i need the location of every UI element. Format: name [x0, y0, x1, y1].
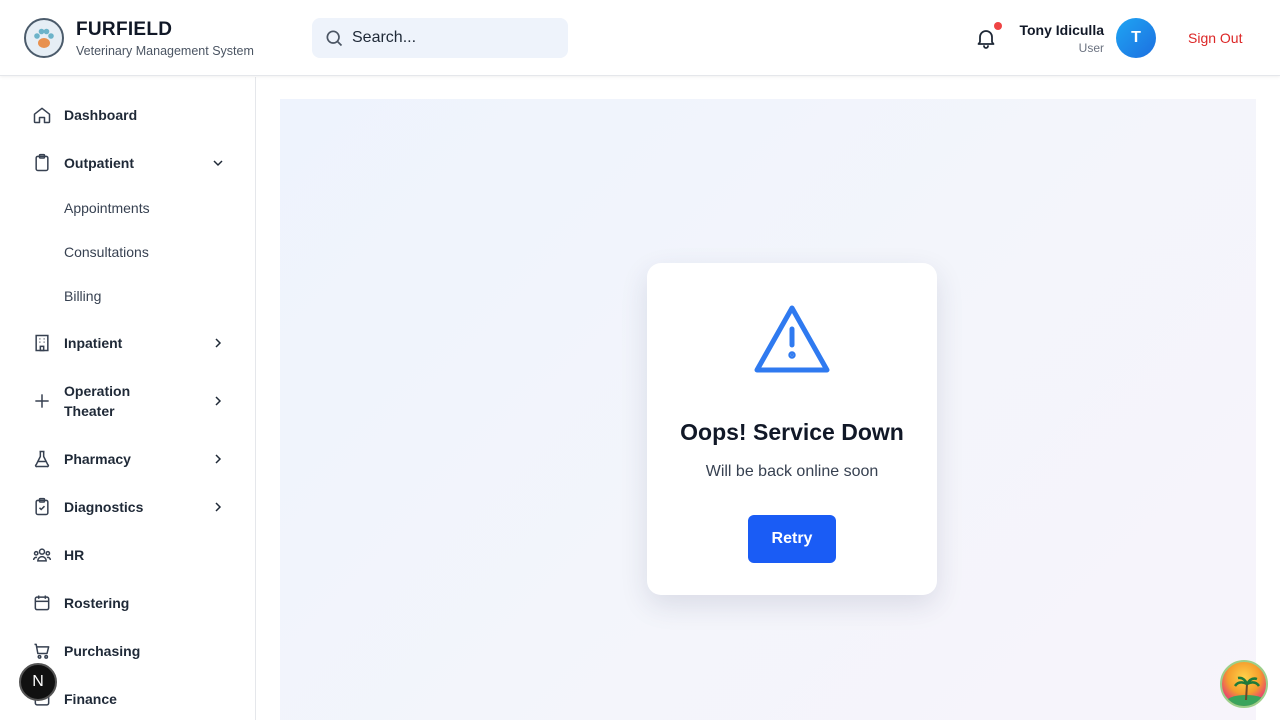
user-role: User: [1078, 41, 1104, 55]
error-card: Oops! Service Down Will be back online s…: [647, 263, 937, 595]
sidebar-subitem-consultations[interactable]: Consultations: [64, 244, 149, 260]
chevron-down-icon[interactable]: [210, 155, 226, 171]
user-avatar[interactable]: T: [1116, 18, 1156, 58]
sidebar-item-label: Inpatient: [64, 335, 123, 351]
paw-icon: [34, 28, 54, 48]
assistant-avatar-icon[interactable]: [1220, 660, 1268, 708]
sidebar-item-label: HR: [64, 547, 85, 563]
home-icon: [32, 105, 52, 125]
sidebar: Dashboard Outpatient Appointments Consul…: [0, 77, 256, 720]
sidebar-item-purchasing[interactable]: Purchasing: [24, 641, 240, 661]
top-header: FURFIELD Veterinary Management System To…: [0, 0, 1280, 76]
sidebar-item-label: Outpatient: [64, 155, 134, 171]
sidebar-subitem-appointments[interactable]: Appointments: [64, 200, 150, 216]
search-input[interactable]: [352, 29, 542, 47]
chevron-right-icon[interactable]: [210, 451, 226, 467]
notification-bell-icon[interactable]: [974, 26, 998, 50]
notification-dot: [994, 22, 1002, 30]
furfield-logo[interactable]: [24, 18, 64, 58]
sidebar-item-label: Rostering: [64, 595, 130, 611]
clipboard-icon: [32, 153, 52, 173]
sidebar-item-inpatient[interactable]: Inpatient: [24, 333, 240, 353]
chevron-right-icon[interactable]: [210, 335, 226, 351]
sidebar-item-rostering[interactable]: Rostering: [24, 593, 240, 613]
flask-icon: [32, 449, 52, 469]
search-icon: [326, 30, 343, 47]
search-bar[interactable]: [312, 18, 568, 58]
chevron-right-icon[interactable]: [210, 499, 226, 515]
error-title: Oops! Service Down: [680, 419, 904, 445]
sidebar-item-label: Pharmacy: [64, 451, 131, 467]
sidebar-item-hr[interactable]: HR: [24, 545, 240, 565]
error-message: Will be back online soon: [705, 463, 879, 480]
sidebar-item-finance[interactable]: Finance: [24, 689, 240, 709]
chevron-right-icon[interactable]: [210, 393, 226, 409]
user-name: Tony Idiculla: [1019, 22, 1104, 38]
sidebar-item-label: Dashboard: [64, 107, 138, 123]
sidebar-item-label: Purchasing: [64, 643, 141, 659]
building-icon: [32, 333, 52, 353]
plus-icon: [32, 391, 52, 411]
users-icon: [32, 545, 52, 565]
sidebar-item-label: Operation Theater: [64, 383, 131, 419]
retry-button[interactable]: Retry: [748, 515, 836, 563]
sign-out-button[interactable]: Sign Out: [1188, 30, 1242, 46]
brand-title: FURFIELD: [76, 19, 173, 40]
sidebar-item-operation-theater[interactable]: Operation Theater: [24, 381, 240, 421]
main-content: Oops! Service Down Will be back online s…: [256, 77, 1280, 720]
clipboard-check-icon: [32, 497, 52, 517]
cart-icon: [32, 641, 52, 661]
content-panel: Oops! Service Down Will be back online s…: [280, 99, 1256, 720]
sidebar-item-outpatient[interactable]: Outpatient: [24, 153, 240, 173]
brand-subtitle: Veterinary Management System: [76, 44, 254, 58]
warning-icon: [754, 305, 830, 373]
sidebar-item-label: Finance: [64, 691, 117, 707]
sidebar-subitem-billing[interactable]: Billing: [64, 288, 101, 304]
sidebar-item-label: Diagnostics: [64, 499, 144, 515]
sidebar-item-diagnostics[interactable]: Diagnostics: [24, 497, 240, 517]
sidebar-item-dashboard[interactable]: Dashboard: [24, 105, 240, 125]
calendar-icon: [32, 593, 52, 613]
sidebar-item-pharmacy[interactable]: Pharmacy: [24, 449, 240, 469]
dev-tools-badge[interactable]: N: [19, 663, 57, 701]
